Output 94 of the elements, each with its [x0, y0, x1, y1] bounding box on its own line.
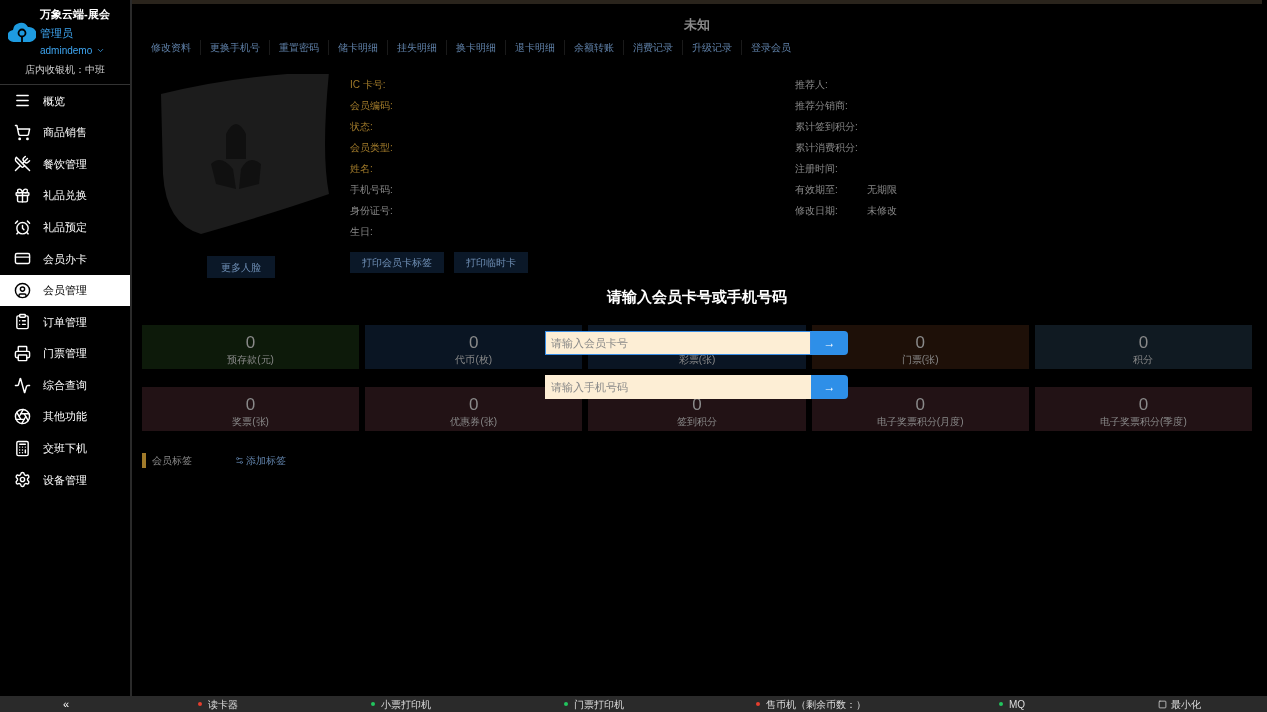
field-value: 无期限 [867, 183, 897, 197]
nav-item[interactable]: 会员办卡 [0, 242, 130, 275]
gift-icon [14, 187, 31, 205]
field-label: 推荐人: [795, 78, 829, 92]
field-label: 状态: [350, 120, 374, 134]
nav-item[interactable]: 商品销售 [0, 116, 130, 149]
field-label: 手机号码: [350, 183, 394, 197]
stat-label: 电子奖票积分(季度) [1100, 415, 1187, 429]
stat-label: 积分 [1133, 353, 1154, 367]
member-tab[interactable]: 更换手机号 [201, 39, 270, 55]
member-tab[interactable]: 升级记录 [683, 39, 742, 55]
device-status: 小票打印机 [380, 697, 431, 712]
field-label: 累计签到积分: [795, 120, 859, 134]
member-tab[interactable]: 挂失明细 [388, 39, 447, 55]
stat-value: 0 [469, 396, 479, 414]
stat-value: 0 [1138, 396, 1149, 414]
field-label: 修改日期: [795, 204, 839, 218]
stat-label: 预存款(元) [227, 353, 274, 367]
field-value: 未修改 [867, 204, 897, 218]
field-label: 注册时间: [795, 162, 839, 176]
nav-item[interactable]: 门票管理 [0, 337, 130, 370]
nav-item[interactable]: 餐饮管理 [0, 148, 130, 180]
stat-value: 0 [915, 334, 925, 352]
alarm-clock-icon [14, 218, 31, 236]
stat-value: 0 [469, 334, 479, 352]
stat-value: 0 [245, 396, 256, 414]
member-tab[interactable]: 余额转账 [565, 39, 624, 55]
dialog-input[interactable]: 请输入会员卡号 [545, 330, 811, 355]
add-tag-link[interactable]: 添加标签 [235, 453, 286, 468]
device-status: 读卡器 [208, 697, 239, 712]
stat-label: 电子奖票积分(月度) [876, 415, 964, 429]
nav-item[interactable]: 会员管理 [0, 274, 130, 307]
print-button[interactable]: 打印会员卡标签 [350, 252, 444, 273]
field-label: 会员类型: [350, 141, 394, 155]
go-button[interactable]: → [811, 330, 848, 355]
member-tab[interactable]: 修改资料 [142, 39, 201, 55]
user-role: 管理员 [40, 25, 74, 41]
window-icon [1157, 699, 1167, 709]
stat-label: 优惠券(张) [450, 415, 498, 429]
field-label: 累计消费积分: [795, 141, 859, 155]
nav-item[interactable]: 设备管理 [0, 464, 130, 496]
collapse-button[interactable]: « [0, 695, 132, 712]
member-tab[interactable]: 消费记录 [624, 39, 683, 55]
print-button[interactable]: 打印临时卡 [454, 252, 528, 273]
device-status: 门票打印机 [573, 697, 624, 712]
stat-label: 代币(枚) [455, 353, 493, 367]
nav-item[interactable]: 订单管理 [0, 306, 130, 338]
settings-icon [14, 471, 31, 489]
nav-item[interactable]: 概览 [0, 85, 130, 117]
stat-label: 奖票(张) [232, 415, 269, 429]
more-faces-button[interactable]: 更多人脸 [207, 256, 275, 278]
field-label: 姓名: [350, 162, 374, 176]
nav-item[interactable]: 其他功能 [0, 400, 130, 433]
stat-label: 彩票(张) [678, 353, 716, 367]
user-menu[interactable]: admindemo [40, 43, 110, 58]
utensils-icon [14, 155, 31, 173]
minimize-button[interactable]: 最小化 [1157, 696, 1201, 712]
nav-item[interactable]: 礼品预定 [0, 211, 130, 243]
tags-label: 会员标签 [142, 453, 227, 468]
member-tab[interactable]: 储卡明细 [329, 39, 388, 55]
stat-label: 门票(张) [901, 353, 939, 367]
field-label: 推荐分销商: [795, 99, 849, 113]
member-tab[interactable]: 重置密码 [270, 39, 329, 55]
clipboard-icon [14, 313, 31, 331]
stat-label: 签到积分 [677, 415, 717, 429]
device-status: MQ [1008, 697, 1025, 712]
member-tab[interactable]: 退卡明细 [506, 39, 565, 55]
brand-name: 万象云端-展会 [40, 7, 110, 22]
register-label: 店内收银机：中班 [25, 64, 105, 75]
stat-value: 0 [915, 396, 925, 414]
user-icon [14, 281, 31, 299]
field-label: 生日: [350, 225, 374, 239]
aperture-icon [14, 408, 31, 426]
dialog-title: 请输入会员卡号或手机号码 [606, 287, 787, 307]
chevron-down-icon [96, 46, 106, 55]
calculator-icon [14, 439, 31, 457]
nav-item[interactable]: 交班下机 [0, 432, 130, 465]
member-title: 未知 [684, 17, 710, 32]
cloud-logo-icon [8, 21, 36, 43]
field-label: 有效期至: [795, 183, 839, 197]
nav-item[interactable]: 礼品兑换 [0, 179, 130, 212]
cart-icon [14, 123, 31, 141]
printer-icon [14, 345, 31, 363]
pulse-icon [14, 376, 31, 394]
field-label: 会员编码: [350, 99, 394, 113]
member-tab[interactable]: 登录会员 [742, 39, 800, 55]
field-label: 身份证号: [350, 204, 394, 218]
stat-value: 0 [1138, 334, 1149, 352]
device-status: 售币机（剩余币数：） [766, 697, 867, 712]
nav-item[interactable]: 综合查询 [0, 369, 130, 401]
go-button[interactable]: → [811, 374, 848, 399]
field-label: IC 卡号: [350, 78, 387, 92]
stat-value: 0 [245, 334, 256, 352]
member-tab[interactable]: 换卡明细 [447, 39, 506, 55]
